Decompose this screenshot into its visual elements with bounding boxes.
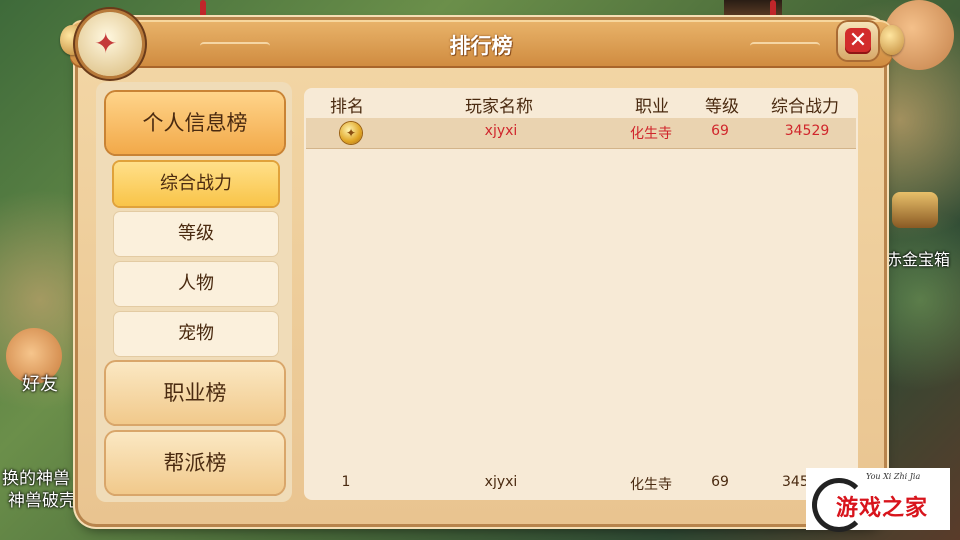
player-combat-power: 34529 bbox=[784, 123, 830, 139]
my-profession: 化生寺 bbox=[630, 477, 672, 493]
player-level: 69 bbox=[711, 123, 729, 139]
window-title: 排行榜 bbox=[449, 34, 513, 58]
tab-profession-ranking[interactable]: 职业榜 bbox=[106, 362, 284, 424]
friend-label: 好友 bbox=[22, 374, 58, 395]
watermark-text: 游戏之家 bbox=[836, 496, 929, 521]
subtab-pet[interactable]: 宠物 bbox=[114, 312, 278, 356]
my-ranking-row: 1 xjyxi 化生寺 69 345 bbox=[306, 466, 856, 498]
ranking-table bbox=[304, 88, 858, 500]
watermark-subtitle: You Xi Zhi Jia bbox=[866, 472, 921, 481]
header-combat-power: 综合战力 bbox=[771, 97, 839, 117]
header-profession: 职业 bbox=[635, 97, 669, 117]
hanging-cord-left bbox=[200, 0, 206, 20]
player-name: xjyxi bbox=[484, 123, 518, 139]
table-row[interactable]: ✦ xjyxi 化生寺 69 34529 bbox=[306, 118, 856, 149]
tab-guild-ranking[interactable]: 帮派榜 bbox=[106, 432, 284, 494]
treasure-chest-label: 赤金宝箱 bbox=[886, 250, 951, 269]
gold-medal-icon: ✦ bbox=[340, 122, 362, 144]
table-header: 排名 玩家名称 职业 等级 综合战力 bbox=[304, 88, 858, 118]
subtab-character[interactable]: 人物 bbox=[114, 262, 278, 306]
subtab-level[interactable]: 等级 bbox=[114, 212, 278, 256]
frame-knob-right bbox=[880, 25, 904, 55]
header-rank: 排名 bbox=[330, 97, 364, 117]
close-button[interactable]: ✕ bbox=[838, 22, 878, 60]
title-bar: 排行榜 bbox=[70, 20, 892, 68]
close-icon: ✕ bbox=[845, 28, 871, 54]
hanging-cord-right bbox=[770, 0, 776, 20]
player-profession: 化生寺 bbox=[630, 126, 672, 142]
tab-personal-ranking[interactable]: 个人信息榜 bbox=[106, 92, 284, 154]
header-player-name: 玩家名称 bbox=[465, 97, 533, 117]
my-name: xjyxi bbox=[484, 474, 518, 490]
scroll-icon: ✦ bbox=[94, 27, 118, 60]
site-watermark: You Xi Zhi Jia 游戏之家 bbox=[806, 468, 950, 532]
treasure-chest-icon[interactable] bbox=[892, 192, 938, 228]
header-level: 等级 bbox=[705, 97, 739, 117]
ranking-badge: ✦ bbox=[78, 12, 142, 76]
my-level: 69 bbox=[711, 474, 729, 490]
my-rank: 1 bbox=[341, 474, 351, 490]
notice-line-2: 神兽破壳 bbox=[8, 491, 76, 511]
subtab-combat-power[interactable]: 综合战力 bbox=[114, 162, 278, 206]
